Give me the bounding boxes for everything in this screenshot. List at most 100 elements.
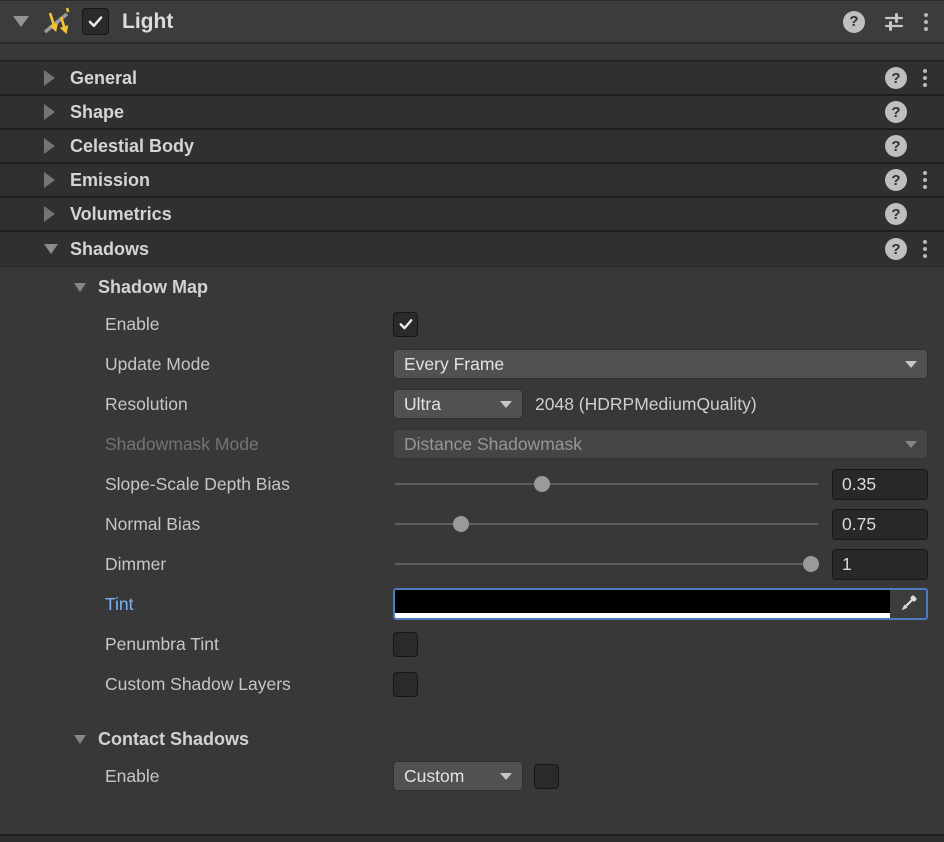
property-label: Custom Shadow Layers <box>105 673 291 694</box>
section-general[interactable]: General ? <box>0 62 944 96</box>
subsection-label: Shadow Map <box>98 276 209 297</box>
help-icon[interactable]: ? <box>885 135 907 157</box>
foldout-collapsed-icon[interactable] <box>44 104 58 120</box>
resolution-dropdown[interactable]: Ultra <box>393 389 523 419</box>
property-label: Shadowmask Mode <box>105 433 259 454</box>
row-normal-bias: Normal Bias 0.75 <box>0 504 944 544</box>
more-options-icon[interactable] <box>921 11 931 33</box>
foldout-collapsed-icon[interactable] <box>44 172 58 188</box>
contact-shadows-enable-checkbox[interactable] <box>534 763 559 789</box>
presets-icon[interactable] <box>882 10 906 34</box>
component-foldout-arrow[interactable] <box>13 16 29 27</box>
chevron-down-icon <box>905 361 917 368</box>
more-options-icon[interactable] <box>920 238 930 260</box>
foldout-expanded-icon[interactable] <box>74 734 86 744</box>
section-label: Celestial Body <box>70 135 195 156</box>
more-options-icon[interactable] <box>920 67 930 89</box>
row-custom-shadow-layers: Custom Shadow Layers <box>0 664 944 704</box>
slider-track <box>395 563 818 565</box>
row-slope-scale-depth-bias: Slope-Scale Depth Bias 0.35 <box>0 464 944 504</box>
dropdown-value: Distance Shadowmask <box>404 433 582 454</box>
row-contact-shadows-enable: Enable Custom <box>0 756 944 796</box>
section-emission[interactable]: Emission ? <box>0 164 944 198</box>
section-label: Emission <box>70 169 151 190</box>
component-title: Light <box>122 9 174 33</box>
check-icon <box>88 16 103 28</box>
more-options-icon[interactable] <box>920 169 930 191</box>
eyedropper-button[interactable] <box>890 590 926 618</box>
property-label: Enable <box>105 765 160 786</box>
row-enable: Enable <box>0 304 944 344</box>
row-penumbra-tint: Penumbra Tint <box>0 624 944 664</box>
update-mode-dropdown[interactable]: Every Frame <box>393 349 928 379</box>
subsection-label: Contact Shadows <box>98 728 250 749</box>
row-resolution: Resolution Ultra 2048 (HDRPMediumQuality… <box>0 384 944 424</box>
dimmer-field[interactable]: 1 <box>832 548 928 580</box>
help-icon[interactable]: ? <box>885 67 907 89</box>
shadowmask-mode-dropdown: Distance Shadowmask <box>393 429 928 459</box>
foldout-expanded-icon[interactable] <box>44 244 58 254</box>
inspector-spacer <box>0 44 944 62</box>
color-swatch-rgb <box>395 590 890 613</box>
chevron-down-icon <box>500 773 512 780</box>
section-label: General <box>70 67 138 88</box>
dimmer-slider[interactable] <box>393 556 820 572</box>
normal-bias-slider[interactable] <box>393 516 820 532</box>
resolution-detail: 2048 (HDRPMediumQuality) <box>535 393 757 414</box>
section-celestial-body[interactable]: Celestial Body ? <box>0 130 944 164</box>
component-enabled-checkbox[interactable] <box>82 8 109 35</box>
shadow-map-foldout[interactable]: Shadow Map <box>0 270 944 304</box>
dropdown-value: Every Frame <box>404 353 505 374</box>
help-icon[interactable]: ? <box>885 101 907 123</box>
color-swatch-alpha-bar <box>395 613 890 618</box>
penumbra-tint-checkbox[interactable] <box>393 631 418 657</box>
property-label: Tint <box>105 593 134 614</box>
contact-shadows-foldout[interactable]: Contact Shadows <box>0 722 944 756</box>
row-tint: Tint <box>0 584 944 624</box>
property-label: Penumbra Tint <box>105 633 219 654</box>
property-label: Dimmer <box>105 553 167 574</box>
directional-light-icon <box>43 7 70 34</box>
property-label: Slope-Scale Depth Bias <box>105 473 290 494</box>
section-volumetrics[interactable]: Volumetrics ? <box>0 198 944 232</box>
tint-color-field[interactable] <box>393 588 928 620</box>
light-component-header: Light ? <box>0 0 944 44</box>
foldout-collapsed-icon[interactable] <box>44 206 58 222</box>
slider-knob[interactable] <box>453 516 470 532</box>
section-shadows[interactable]: Shadows ? <box>0 232 944 267</box>
foldout-collapsed-icon[interactable] <box>44 138 58 154</box>
help-icon[interactable]: ? <box>885 203 907 225</box>
slider-track <box>395 483 818 485</box>
foldout-expanded-icon[interactable] <box>74 282 86 292</box>
row-shadowmask-mode: Shadowmask Mode Distance Shadowmask <box>0 424 944 464</box>
eyedropper-icon <box>901 595 917 611</box>
chevron-down-icon <box>500 401 512 408</box>
section-shape[interactable]: Shape ? <box>0 96 944 130</box>
property-label: Normal Bias <box>105 513 201 534</box>
color-swatch[interactable] <box>395 590 890 618</box>
normal-bias-field[interactable]: 0.75 <box>832 508 928 540</box>
dropdown-value: Ultra <box>404 393 441 414</box>
custom-shadow-layers-checkbox[interactable] <box>393 671 418 697</box>
help-icon[interactable]: ? <box>843 10 865 33</box>
enable-checkbox[interactable] <box>393 311 418 337</box>
slider-knob[interactable] <box>534 476 551 492</box>
help-icon[interactable]: ? <box>885 238 907 260</box>
check-icon <box>399 319 412 330</box>
property-label: Enable <box>105 313 160 334</box>
dropdown-value: Custom <box>404 765 465 786</box>
chevron-down-icon <box>905 441 917 448</box>
section-label: Volumetrics <box>70 203 172 224</box>
shadows-content: Shadow Map Enable Update Mode Every Fram… <box>0 267 944 834</box>
section-label: Shape <box>70 101 125 122</box>
property-label: Resolution <box>105 393 188 414</box>
slider-knob[interactable] <box>803 556 820 572</box>
inspector-bottom-bar <box>0 834 944 842</box>
foldout-collapsed-icon[interactable] <box>44 70 58 86</box>
slope-scale-depth-bias-slider[interactable] <box>393 476 820 492</box>
slope-scale-depth-bias-field[interactable]: 0.35 <box>832 468 928 500</box>
section-label: Shadows <box>70 238 150 259</box>
contact-shadows-enable-dropdown[interactable]: Custom <box>393 761 523 791</box>
help-icon[interactable]: ? <box>885 169 907 191</box>
row-dimmer: Dimmer 1 <box>0 544 944 584</box>
